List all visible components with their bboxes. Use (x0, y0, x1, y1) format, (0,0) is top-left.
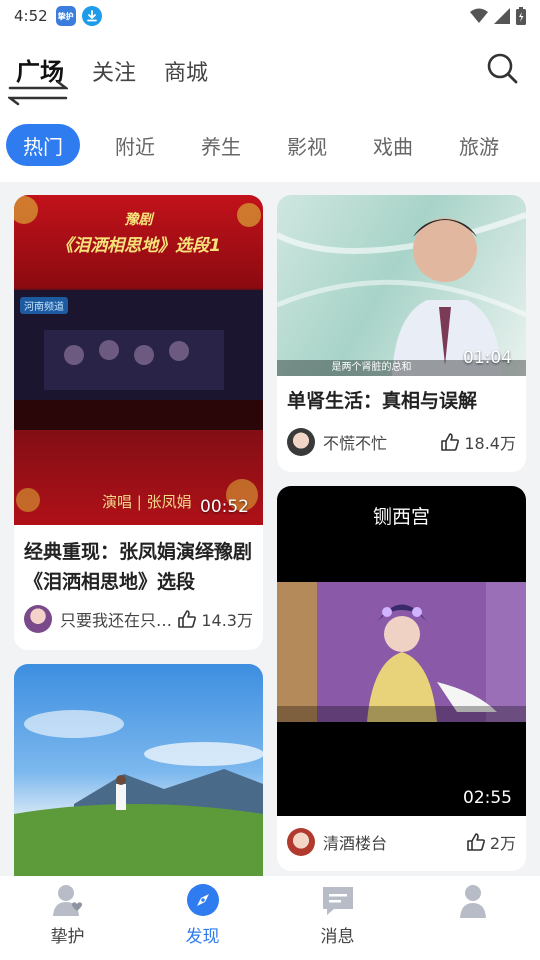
thumb-heading: 《泪洒相思地》选段1 (56, 236, 221, 256)
thumb-subtitle: 是两个肾脏的总和 (331, 362, 412, 373)
nav-label: 发现 (185, 927, 220, 947)
video-thumbnail[interactable]: 豫剧 《泪洒相思地》选段1 河南频道 演唱 | 张凤娟 00:52 (14, 195, 263, 525)
video-title[interactable]: 经典重现：张凤娟演绎豫剧《泪洒相思地》选段 (14, 537, 263, 597)
author-name[interactable]: 不慌不忙 (323, 430, 387, 454)
category-tabs: 热门 附近 养生 影视 戏曲 旅游 (6, 124, 522, 166)
thumb-station: 河南频道 (20, 297, 68, 314)
like-button[interactable]: 14.3万 (177, 607, 253, 631)
search-icon[interactable] (486, 52, 518, 84)
like-button[interactable]: 2万 (466, 830, 516, 854)
wifi-icon (470, 8, 488, 23)
video-title[interactable]: 单肾生活：真相与误解 (277, 386, 526, 416)
like-button[interactable]: 18.4万 (440, 430, 516, 454)
switch-arrows-icon[interactable] (8, 80, 68, 106)
card-meta: 只要我还在只… 14.3万 (24, 605, 253, 633)
video-card[interactable]: 是两个肾脏的总和 01:04 单肾生活：真相与误解 不慌不忙 18.4万 (277, 195, 526, 472)
bottom-nav: 挚护 发现 消息 (0, 876, 540, 960)
thumb-performer: 演唱 | 张凤娟 (102, 493, 192, 511)
avatar[interactable] (287, 828, 315, 856)
person-heart-icon (52, 885, 82, 916)
avatar[interactable] (24, 605, 52, 633)
tab-mall[interactable]: 商城 (164, 55, 208, 87)
feed: 豫剧 《泪洒相思地》选段1 河南频道 演唱 | 张凤娟 00:52 经典重现：张… (0, 182, 540, 876)
category-opera[interactable]: 戏曲 (350, 124, 436, 166)
author-name[interactable]: 只要我还在只… (60, 607, 172, 631)
like-count: 14.3万 (201, 611, 253, 630)
video-thumbnail[interactable]: 是两个肾脏的总和 01:04 (277, 195, 526, 376)
category-health[interactable]: 养生 (178, 124, 264, 166)
category-nearby[interactable]: 附近 (92, 124, 178, 166)
like-count: 2万 (489, 834, 516, 853)
app-badge-icon: 挚护 (55, 6, 76, 26)
profile-icon (459, 885, 486, 918)
nav-label: 挚护 (50, 927, 85, 947)
video-duration: 00:52 (200, 497, 249, 517)
nav-messages[interactable]: 消息 (270, 876, 405, 960)
video-card[interactable]: 豫剧 《泪洒相思地》选段1 河南频道 演唱 | 张凤娟 00:52 经典重现：张… (14, 195, 263, 650)
thumbs-up-icon (467, 833, 485, 851)
compass-icon (186, 884, 219, 916)
card-meta: 不慌不忙 18.4万 (287, 428, 516, 456)
status-time: 4:52 (14, 7, 48, 25)
like-count: 18.4万 (464, 434, 516, 453)
video-thumbnail[interactable] (14, 664, 263, 876)
download-icon (81, 6, 102, 26)
thumbnail-art (277, 582, 526, 722)
category-travel[interactable]: 旅游 (436, 124, 522, 166)
video-duration: 02:55 (463, 788, 512, 808)
nav-discover[interactable]: 发现 (135, 876, 270, 960)
card-meta: 清酒楼台 2万 (287, 828, 516, 856)
thumbs-up-icon (441, 433, 460, 451)
header: 广场 关注 商城 热门 附近 养生 影视 戏曲 旅游 (0, 32, 540, 182)
thumb-genre: 豫剧 (124, 212, 153, 228)
thumb-heading: 铡西宫 (372, 506, 430, 528)
category-hot[interactable]: 热门 (6, 124, 80, 166)
status-bar: 4:52 挚护 (0, 0, 540, 32)
category-film[interactable]: 影视 (264, 124, 350, 166)
nav-care[interactable]: 挚护 (0, 876, 135, 960)
nav-profile[interactable] (405, 876, 540, 960)
nav-label: 消息 (320, 927, 355, 947)
video-card[interactable]: 铡西宫 02:55 清酒楼台 2万 (277, 486, 526, 871)
battery-icon (516, 7, 526, 25)
author-name[interactable]: 清酒楼台 (323, 830, 387, 854)
tab-follow[interactable]: 关注 (92, 55, 136, 87)
video-card[interactable] (14, 664, 263, 876)
thumbs-up-icon (178, 610, 197, 628)
thumbnail-art (14, 710, 263, 876)
video-thumbnail[interactable]: 铡西宫 02:55 (277, 486, 526, 816)
message-icon (322, 887, 353, 915)
avatar[interactable] (287, 428, 315, 456)
signal-icon (494, 8, 510, 24)
video-duration: 01:04 (463, 348, 512, 368)
